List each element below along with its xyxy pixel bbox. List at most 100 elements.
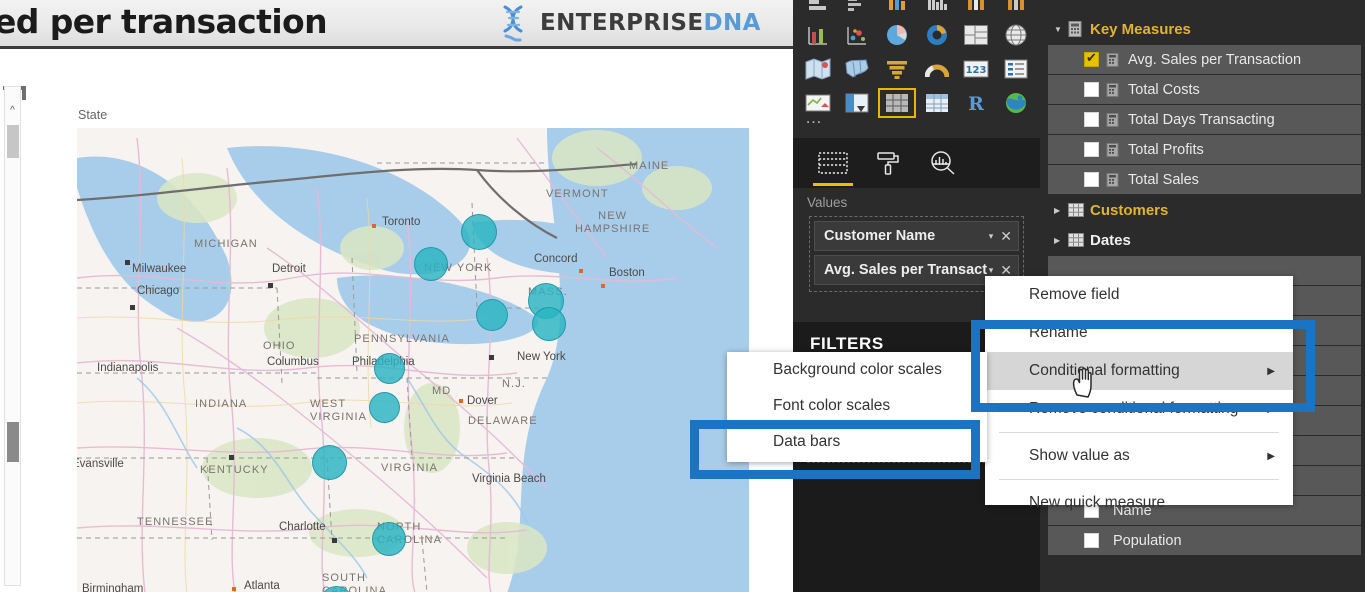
- donut-chart-icon[interactable]: [918, 20, 956, 50]
- field-row-population[interactable]: Population: [1048, 526, 1361, 555]
- field-row-total-sales[interactable]: Total Sales: [1048, 165, 1361, 194]
- visual-title: State: [78, 108, 108, 122]
- menu-item-new-quick-measure[interactable]: New quick measure: [985, 484, 1293, 522]
- field-label: Avg. Sales per Transaction: [1128, 51, 1302, 68]
- map-data-bubble[interactable]: [374, 353, 405, 384]
- menu-separator: [999, 479, 1279, 480]
- line-chart-icon[interactable]: [799, 20, 837, 50]
- map-data-bubble[interactable]: [532, 307, 566, 341]
- chevron-down-icon[interactable]: ▼: [1054, 25, 1068, 34]
- matrix-icon[interactable]: [878, 88, 916, 118]
- map-visual[interactable]: State MICHIGAN MAINE VERMONT NEW HAMPSHI…: [62, 108, 767, 592]
- arcgis-map-icon[interactable]: [997, 88, 1035, 118]
- r-script-visual-icon[interactable]: R: [958, 88, 996, 118]
- field-checkbox[interactable]: [1084, 82, 1099, 97]
- field-group-dates[interactable]: ▶ Dates: [1040, 225, 1365, 255]
- map-data-bubble[interactable]: [414, 247, 448, 281]
- map-city-dot: [130, 305, 135, 310]
- map-data-bubble[interactable]: [476, 299, 508, 331]
- svg-text:123: 123: [966, 65, 987, 76]
- stacked-column-chart-icon[interactable]: [878, 0, 916, 16]
- scrollbar-thumb-upper[interactable]: [7, 125, 19, 158]
- field-checkbox[interactable]: [1084, 533, 1099, 548]
- multi-row-card-icon[interactable]: [997, 54, 1035, 84]
- field-row-total-costs[interactable]: Total Costs: [1048, 75, 1361, 104]
- header-divider: [0, 46, 793, 49]
- analytics-tab[interactable]: [920, 146, 966, 180]
- map-icon[interactable]: [799, 54, 837, 84]
- fields-tab[interactable]: [810, 146, 856, 186]
- table-icon[interactable]: [918, 88, 956, 118]
- field-label: Total Days Transacting: [1128, 111, 1275, 128]
- field-row-total-profits[interactable]: Total Profits: [1048, 135, 1361, 164]
- menu-item-font-color-scales[interactable]: Font color scales: [727, 388, 987, 424]
- map-data-bubble[interactable]: [461, 214, 497, 250]
- map-city-dot: [332, 538, 337, 543]
- pie-chart-icon[interactable]: [878, 20, 916, 50]
- clustered-bar-chart-icon[interactable]: [839, 0, 877, 16]
- map-city-dot: [459, 399, 463, 403]
- chevron-down-icon[interactable]: ▾: [989, 231, 994, 242]
- measure-calculator-icon: [1106, 82, 1128, 97]
- globe-map-icon[interactable]: [997, 20, 1035, 50]
- field-checkbox[interactable]: [1084, 112, 1099, 127]
- value-chip-customer-name[interactable]: Customer Name ▾ ✕: [814, 221, 1019, 251]
- canvas-scrollbar[interactable]: ^: [4, 86, 21, 586]
- map-canvas[interactable]: MICHIGAN MAINE VERMONT NEW HAMPSHIRE NEW …: [77, 128, 749, 592]
- menu-item-show-value-as[interactable]: Show value as ▶: [985, 437, 1293, 475]
- treemap-icon[interactable]: [958, 20, 996, 50]
- fields-icon: [818, 152, 848, 174]
- field-group-key-measures[interactable]: ▼ Key Measures: [1040, 14, 1365, 44]
- table-grid-icon: [1068, 233, 1090, 247]
- scatter-chart-icon[interactable]: [839, 20, 877, 50]
- values-label: Values: [807, 195, 848, 210]
- menu-separator: [999, 432, 1279, 433]
- close-icon[interactable]: ✕: [1000, 228, 1012, 245]
- dna-helix-icon: [503, 5, 523, 42]
- field-group-label: Dates: [1090, 231, 1131, 249]
- field-label: Total Profits: [1128, 141, 1204, 158]
- field-checkbox[interactable]: [1084, 142, 1099, 157]
- map-city-dot: [372, 224, 376, 228]
- submenu-arrow-icon: ▶: [1267, 450, 1275, 462]
- funnel-icon[interactable]: [878, 54, 916, 84]
- measure-calculator-icon: [1106, 172, 1128, 187]
- gauge-icon[interactable]: [918, 54, 956, 84]
- map-data-bubble[interactable]: [372, 522, 406, 556]
- annotation-box-conditional-formatting: [971, 320, 1315, 412]
- report-canvas: ed per transaction ENTERPRISEDNA ^ State: [0, 0, 793, 592]
- chevron-right-icon[interactable]: ▶: [1054, 236, 1068, 245]
- format-tab[interactable]: [865, 146, 911, 180]
- map-city-dot: [601, 284, 605, 288]
- field-group-customers[interactable]: ▶ Customers: [1040, 195, 1365, 225]
- 100-stacked-bar-icon[interactable]: [958, 0, 996, 16]
- scroll-up-arrow[interactable]: ^: [5, 105, 20, 116]
- map-data-bubble[interactable]: [369, 392, 400, 423]
- map-city-dot: [489, 355, 494, 360]
- analytics-magnifier-icon: [931, 151, 955, 175]
- field-group-label: Key Measures: [1090, 20, 1191, 38]
- filled-map-icon[interactable]: [839, 54, 877, 84]
- 100-stacked-column-icon[interactable]: [997, 0, 1035, 16]
- field-row-avg-sales[interactable]: Avg. Sales per Transaction: [1048, 45, 1361, 74]
- card-icon[interactable]: 123: [958, 54, 996, 84]
- stacked-bar-chart-icon[interactable]: [799, 0, 837, 16]
- clustered-column-chart-icon[interactable]: [918, 0, 956, 16]
- chip-label: Avg. Sales per Transactio: [824, 262, 987, 278]
- scrollbar-thumb-lower[interactable]: [7, 422, 19, 462]
- field-checkbox[interactable]: [1084, 50, 1099, 67]
- chevron-right-icon[interactable]: ▶: [1054, 206, 1068, 215]
- menu-item-remove-field[interactable]: Remove field: [985, 276, 1293, 314]
- map-data-bubble[interactable]: [312, 445, 347, 480]
- chevron-down-icon[interactable]: ▾: [989, 265, 994, 276]
- logo-text: ENTERPRISEDNA: [540, 10, 761, 36]
- more-visuals-button[interactable]: …: [805, 108, 824, 128]
- menu-item-background-color-scales[interactable]: Background color scales: [727, 352, 987, 388]
- slicer-icon[interactable]: [839, 88, 877, 118]
- measure-calculator-icon: [1106, 52, 1128, 67]
- field-label: Total Costs: [1128, 81, 1200, 98]
- logo-dna: DNA: [703, 10, 761, 36]
- field-row-total-days-transacting[interactable]: Total Days Transacting: [1048, 105, 1361, 134]
- map-city-dot: [229, 455, 234, 460]
- field-checkbox[interactable]: [1084, 172, 1099, 187]
